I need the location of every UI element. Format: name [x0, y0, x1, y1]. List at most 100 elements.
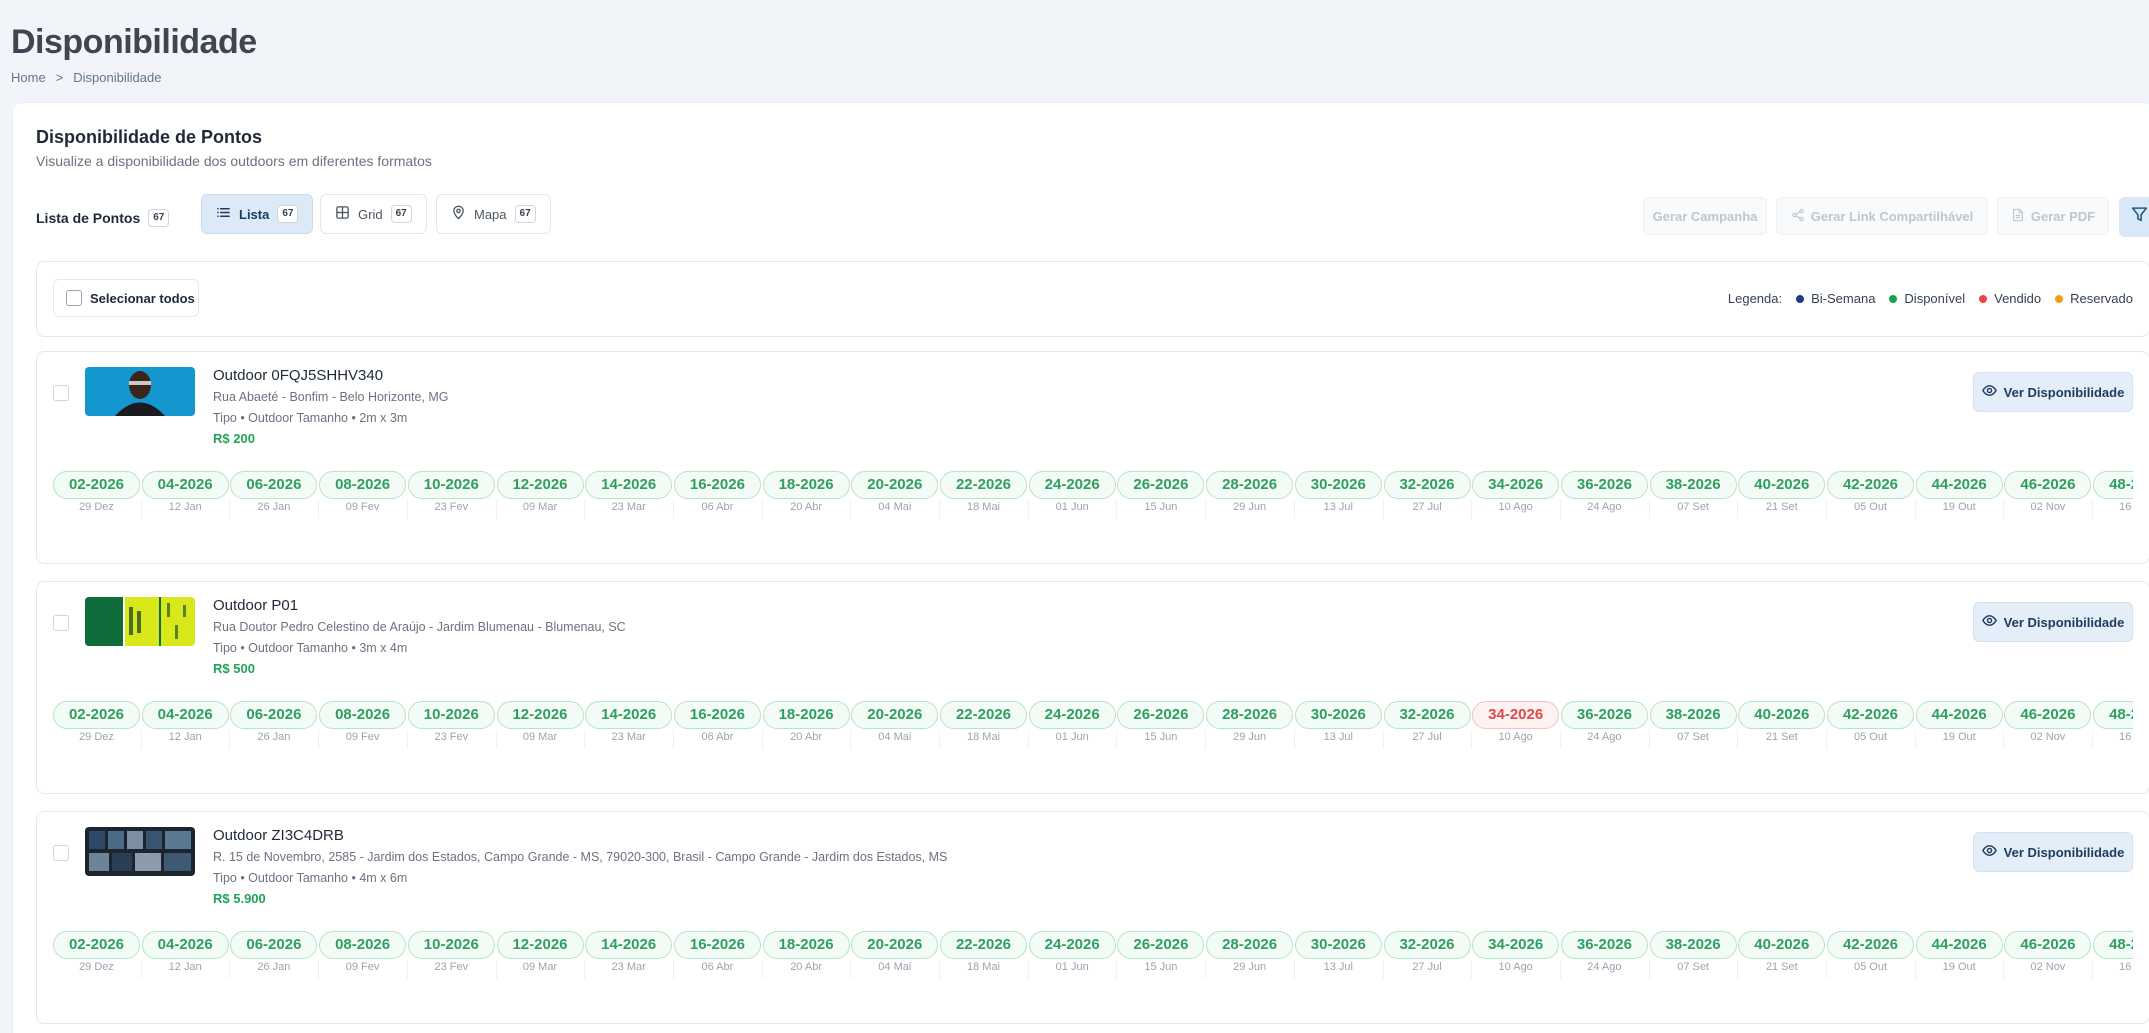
week-slot[interactable]: 04-2026 12 Jan [141, 931, 229, 973]
week-separator [1559, 960, 1561, 979]
week-slot[interactable]: 02-2026 29 Dez [53, 931, 140, 973]
week-slot[interactable]: 10-2026 23 Fev [407, 701, 495, 743]
week-slot[interactable]: 08-2026 09 Fev [319, 701, 407, 743]
week-slot[interactable]: 24-2026 01 Jun [1028, 701, 1116, 743]
week-slot[interactable]: 22-2026 18 Mai [940, 701, 1027, 743]
week-slot[interactable]: 40-2026 21 Set [1738, 931, 1826, 973]
week-slot[interactable]: 42-2026 05 Out [1827, 931, 1914, 973]
week-pill-available: 38-2026 [1649, 701, 1737, 729]
week-slot[interactable]: 30-2026 13 Jul [1294, 931, 1382, 973]
view-availability-button[interactable]: Ver Disponibilidade [1973, 832, 2133, 872]
week-slot[interactable]: 02-2026 29 Dez [53, 471, 140, 513]
week-slot[interactable]: 28-2026 29 Jun [1206, 931, 1294, 973]
week-slot[interactable]: 40-2026 21 Set [1738, 701, 1826, 743]
week-slot[interactable]: 28-2026 29 Jun [1206, 471, 1294, 513]
week-slot[interactable]: 32-2026 27 Jul [1383, 931, 1471, 973]
view-availability-button[interactable]: Ver Disponibilidade [1973, 372, 2133, 412]
week-slot[interactable]: 48-2026 16 Nov [2093, 701, 2133, 743]
generate-pdf-button[interactable]: Gerar PDF [1997, 197, 2109, 235]
week-slot[interactable]: 38-2026 07 Set [1649, 701, 1737, 743]
page-title: Disponibilidade [11, 23, 257, 61]
view-map-button[interactable]: Mapa 67 [436, 194, 551, 234]
week-slot[interactable]: 08-2026 09 Fev [319, 931, 407, 973]
week-slot[interactable]: 12-2026 09 Mar [496, 471, 584, 513]
week-slot[interactable]: 32-2026 27 Jul [1383, 701, 1471, 743]
week-slot[interactable]: 16-2026 06 Abr [673, 471, 761, 513]
week-slot[interactable]: 44-2026 19 Out [1915, 701, 2003, 743]
week-slot[interactable]: 26-2026 15 Jun [1117, 701, 1205, 743]
outdoor-checkbox[interactable] [53, 845, 69, 861]
week-slot[interactable]: 36-2026 24 Ago [1560, 471, 1648, 513]
view-availability-button[interactable]: Ver Disponibilidade [1973, 602, 2133, 642]
week-slot[interactable]: 32-2026 27 Jul [1383, 471, 1471, 513]
outdoor-checkbox[interactable] [53, 615, 69, 631]
week-slot[interactable]: 48-2026 16 Nov [2093, 471, 2133, 513]
week-slot[interactable]: 28-2026 29 Jun [1206, 701, 1294, 743]
week-slot[interactable]: 46-2026 02 Nov [2004, 931, 2092, 973]
outdoor-thumbnail [85, 367, 195, 416]
week-slot[interactable]: 18-2026 20 Abr [762, 931, 850, 973]
outdoor-select[interactable] [53, 845, 69, 866]
week-slot[interactable]: 38-2026 07 Set [1649, 471, 1737, 513]
filter-button[interactable] [2119, 197, 2149, 237]
select-all-checkbox[interactable] [66, 290, 82, 306]
selection-bar: Selecionar todos Legenda: Bi-Semana Disp… [36, 261, 2149, 337]
week-slot[interactable]: 10-2026 23 Fev [407, 471, 495, 513]
generate-share-link-button[interactable]: Gerar Link Compartilhável [1776, 197, 1988, 235]
week-slot[interactable]: 38-2026 07 Set [1649, 931, 1737, 973]
week-slot[interactable]: 16-2026 06 Abr [673, 701, 761, 743]
week-slot[interactable]: 14-2026 23 Mar [585, 701, 673, 743]
outdoor-select[interactable] [53, 385, 69, 406]
week-slot[interactable]: 02-2026 29 Dez [53, 701, 140, 743]
breadcrumb-home[interactable]: Home [11, 70, 46, 85]
week-slot[interactable]: 04-2026 12 Jan [141, 701, 229, 743]
week-slot[interactable]: 44-2026 19 Out [1915, 931, 2003, 973]
week-slot[interactable]: 12-2026 09 Mar [496, 931, 584, 973]
week-slot[interactable]: 06-2026 26 Jan [230, 701, 318, 743]
week-slot[interactable]: 30-2026 13 Jul [1294, 701, 1382, 743]
week-slot[interactable]: 40-2026 21 Set [1738, 471, 1826, 513]
week-pill-available: 06-2026 [230, 471, 318, 499]
week-slot[interactable]: 06-2026 26 Jan [230, 931, 318, 973]
week-slot[interactable]: 26-2026 15 Jun [1117, 471, 1205, 513]
week-slot[interactable]: 24-2026 01 Jun [1028, 471, 1116, 513]
view-list-button[interactable]: Lista 67 [201, 194, 314, 234]
week-slot[interactable]: 34-2026 10 Ago [1472, 701, 1560, 743]
week-slot[interactable]: 46-2026 02 Nov [2004, 471, 2092, 513]
outdoor-checkbox[interactable] [53, 385, 69, 401]
week-slot[interactable]: 22-2026 18 Mai [940, 471, 1027, 513]
week-separator [1559, 730, 1561, 749]
week-slot[interactable]: 46-2026 02 Nov [2004, 701, 2092, 743]
week-slot[interactable]: 24-2026 01 Jun [1028, 931, 1116, 973]
week-slot[interactable]: 36-2026 24 Ago [1560, 701, 1648, 743]
week-slot[interactable]: 18-2026 20 Abr [762, 471, 850, 513]
week-slot[interactable]: 06-2026 26 Jan [230, 471, 318, 513]
week-separator [2003, 730, 2005, 749]
week-slot[interactable]: 16-2026 06 Abr [673, 931, 761, 973]
week-slot[interactable]: 34-2026 10 Ago [1472, 471, 1560, 513]
week-slot[interactable]: 20-2026 04 Mai [851, 701, 939, 743]
outdoor-select[interactable] [53, 615, 69, 636]
week-slot[interactable]: 08-2026 09 Fev [319, 471, 407, 513]
week-slot[interactable]: 36-2026 24 Ago [1560, 931, 1648, 973]
availability-card: Disponibilidade de Pontos Visualize a di… [13, 103, 2149, 1033]
week-slot[interactable]: 12-2026 09 Mar [496, 701, 584, 743]
week-slot[interactable]: 04-2026 12 Jan [141, 471, 229, 513]
week-slot[interactable]: 26-2026 15 Jun [1117, 931, 1205, 973]
week-slot[interactable]: 14-2026 23 Mar [585, 931, 673, 973]
week-slot[interactable]: 10-2026 23 Fev [407, 931, 495, 973]
view-grid-button[interactable]: Grid 67 [320, 194, 427, 234]
week-slot[interactable]: 42-2026 05 Out [1827, 471, 1914, 513]
week-slot[interactable]: 34-2026 10 Ago [1472, 931, 1560, 973]
week-slot[interactable]: 44-2026 19 Out [1915, 471, 2003, 513]
week-slot[interactable]: 20-2026 04 Mai [851, 931, 939, 973]
week-slot[interactable]: 48-2026 16 Nov [2093, 931, 2133, 973]
week-slot[interactable]: 42-2026 05 Out [1827, 701, 1914, 743]
week-slot[interactable]: 30-2026 13 Jul [1294, 471, 1382, 513]
week-slot[interactable]: 22-2026 18 Mai [940, 931, 1027, 973]
week-slot[interactable]: 14-2026 23 Mar [585, 471, 673, 513]
select-all-button[interactable]: Selecionar todos [53, 279, 199, 317]
week-slot[interactable]: 18-2026 20 Abr [762, 701, 850, 743]
generate-campaign-button[interactable]: Gerar Campanha [1643, 197, 1767, 235]
week-slot[interactable]: 20-2026 04 Mai [851, 471, 939, 513]
